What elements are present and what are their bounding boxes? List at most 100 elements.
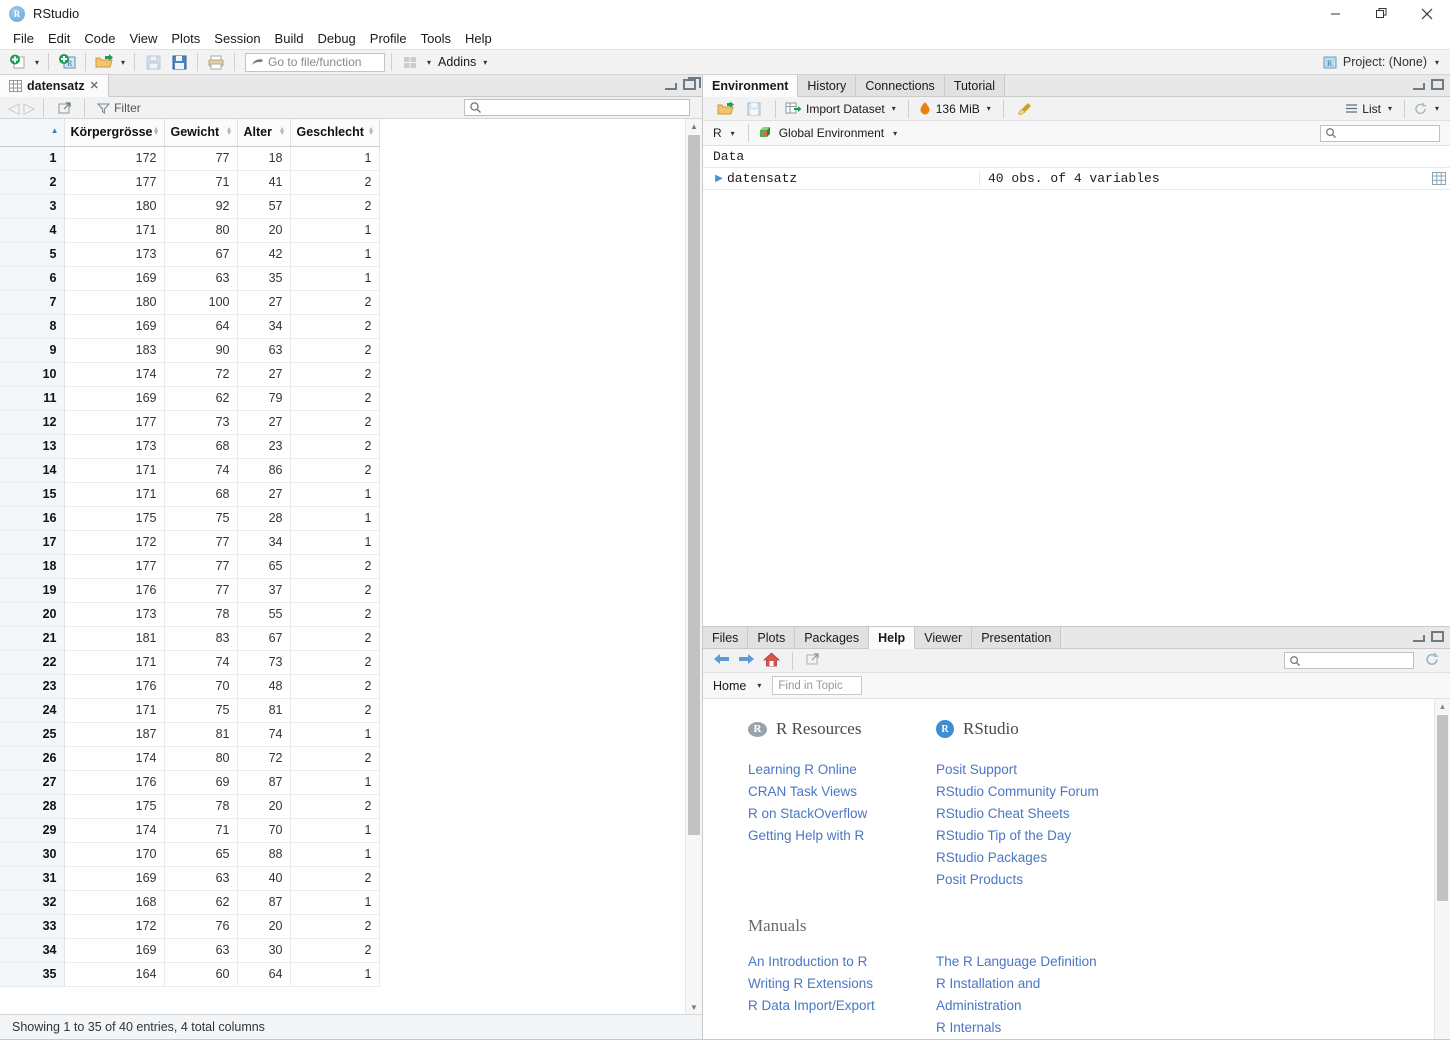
project-selector[interactable]: R Project: (None) ▾ [1322,55,1442,70]
refresh-icon[interactable] [1425,652,1440,670]
sort-arrows-icon[interactable]: ▲ ▼ [226,126,233,137]
close-window-button[interactable] [1404,0,1450,27]
tab-viewer[interactable]: Viewer [915,627,973,648]
popout-icon[interactable] [52,97,76,118]
chevron-down-icon[interactable]: ▾ [1432,104,1442,113]
tab-connections[interactable]: Connections [856,75,945,96]
column-header-rownum[interactable]: ▲ [0,119,65,147]
home-icon[interactable] [762,651,781,670]
minimize-icon[interactable] [1413,80,1425,90]
help-link[interactable]: R Data Import/Export [748,995,936,1017]
menu-plots[interactable]: Plots [164,29,207,48]
find-in-topic-input[interactable]: Find in Topic [772,676,863,695]
maximize-icon[interactable] [1431,79,1444,90]
sort-arrows-icon[interactable]: ▲ ▼ [279,126,286,137]
chevron-down-icon[interactable]: ▾ [754,681,764,690]
save-icon[interactable] [141,52,165,73]
grid-vertical-scrollbar[interactable]: ▲ ▼ [685,119,702,1014]
chevron-down-icon[interactable]: ▾ [889,104,899,113]
chevron-down-icon[interactable]: ▾ [1385,104,1395,113]
menu-edit[interactable]: Edit [41,29,77,48]
data-viewer-search-input[interactable] [464,99,690,116]
tab-presentation[interactable]: Presentation [972,627,1062,648]
forward-arrow-icon[interactable] [738,652,755,669]
popout-icon[interactable] [805,652,820,669]
tab-plots[interactable]: Plots [748,627,796,648]
help-link[interactable]: Posit Products [936,869,1124,891]
scrollbar-thumb[interactable] [1437,715,1448,901]
home-breadcrumb[interactable]: Home [713,679,746,693]
new-file-icon[interactable] [6,52,30,73]
help-link[interactable]: R Installation and Administration [936,973,1124,1017]
chevron-down-icon[interactable]: ▾ [728,129,738,138]
chevron-down-icon[interactable]: ▾ [890,129,900,138]
broom-icon[interactable] [1013,98,1037,119]
list-view-button[interactable]: List ▾ [1345,102,1395,116]
environment-object-row[interactable]: ▶ datensatz 40 obs. of 4 variables [703,168,1450,190]
column-header-geschlecht[interactable]: Geschlecht ▲ ▼ [290,119,380,147]
panes-icon[interactable] [398,52,422,73]
menu-debug[interactable]: Debug [310,29,362,48]
tab-files[interactable]: Files [703,627,749,648]
close-icon[interactable]: ✕ [90,79,99,92]
column-header-koerpergroesse[interactable]: Körpergrösse ▲ ▼ [64,119,165,147]
help-link[interactable]: Getting Help with R [748,825,936,847]
tab-tutorial[interactable]: Tutorial [944,75,1006,96]
new-project-icon[interactable]: R [55,52,79,73]
help-search-input[interactable] [1284,652,1414,669]
addins-dropdown-caret[interactable]: ▾ [480,58,490,67]
tab-packages[interactable]: Packages [795,627,870,648]
save-icon[interactable] [742,98,766,119]
help-link[interactable]: RStudio Tip of the Day [936,825,1124,847]
expand-icon[interactable]: ▶ [711,173,727,184]
help-link[interactable]: CRAN Task Views [748,781,936,803]
menu-help[interactable]: Help [458,29,499,48]
chevron-down-icon[interactable]: ▾ [984,104,994,113]
scroll-down-icon[interactable]: ▼ [686,1000,702,1014]
grid-view-icon[interactable] [1428,172,1450,185]
scope-selector[interactable]: Global Environment [779,126,884,140]
project-dropdown-caret[interactable]: ▾ [1432,58,1442,67]
column-header-alter[interactable]: Alter ▲ ▼ [237,119,291,147]
addins-button[interactable]: Addins [436,55,478,69]
help-link[interactable]: Learning R Online [748,759,936,781]
help-link[interactable]: An Introduction to R [748,951,936,973]
tab-environment[interactable]: Environment [703,75,799,97]
menu-file[interactable]: File [6,29,41,48]
forward-arrow-icon[interactable]: ▷ [24,99,36,117]
column-header-gewicht[interactable]: Gewicht ▲ ▼ [164,119,238,147]
open-folder-icon[interactable] [713,98,737,119]
menu-view[interactable]: View [122,29,164,48]
menu-build[interactable]: Build [268,29,311,48]
scrollbar-thumb[interactable] [688,135,700,835]
menu-code[interactable]: Code [77,29,122,48]
maximize-window-button[interactable] [1358,0,1404,27]
menu-tools[interactable]: Tools [414,29,458,48]
refresh-button[interactable]: ▾ [1414,102,1442,116]
help-vertical-scrollbar[interactable]: ▲ [1434,699,1450,1039]
help-link[interactable]: R on StackOverflow [748,803,936,825]
goto-file-function-input[interactable]: Go to file/function [245,52,386,72]
environment-search-input[interactable] [1320,124,1440,142]
help-link[interactable]: RStudio Community Forum [936,781,1124,803]
menu-session[interactable]: Session [207,29,267,48]
print-icon[interactable] [204,52,228,73]
memory-usage-button[interactable]: 136 MiB ▾ [918,101,994,116]
restore-icon[interactable] [683,77,701,90]
minimize-icon[interactable] [665,80,677,90]
minimize-window-button[interactable] [1312,0,1358,27]
import-dataset-button[interactable]: Import Dataset ▾ [785,101,899,116]
back-arrow-icon[interactable] [713,652,730,669]
back-arrow-icon[interactable]: ◁ [8,99,20,117]
scroll-up-icon[interactable]: ▲ [1435,699,1450,713]
tab-help[interactable]: Help [869,627,916,649]
help-link[interactable]: RStudio Cheat Sheets [936,803,1124,825]
panes-dropdown-caret[interactable]: ▾ [424,58,434,67]
tab-history[interactable]: History [798,75,857,96]
tab-datensatz[interactable]: datensatz ✕ [0,75,109,97]
language-selector[interactable]: R [713,126,722,140]
help-link[interactable]: RStudio Packages [936,847,1124,869]
open-folder-icon[interactable] [92,52,116,73]
help-link[interactable]: The R Language Definition [936,951,1124,973]
scroll-up-icon[interactable]: ▲ [686,119,702,133]
